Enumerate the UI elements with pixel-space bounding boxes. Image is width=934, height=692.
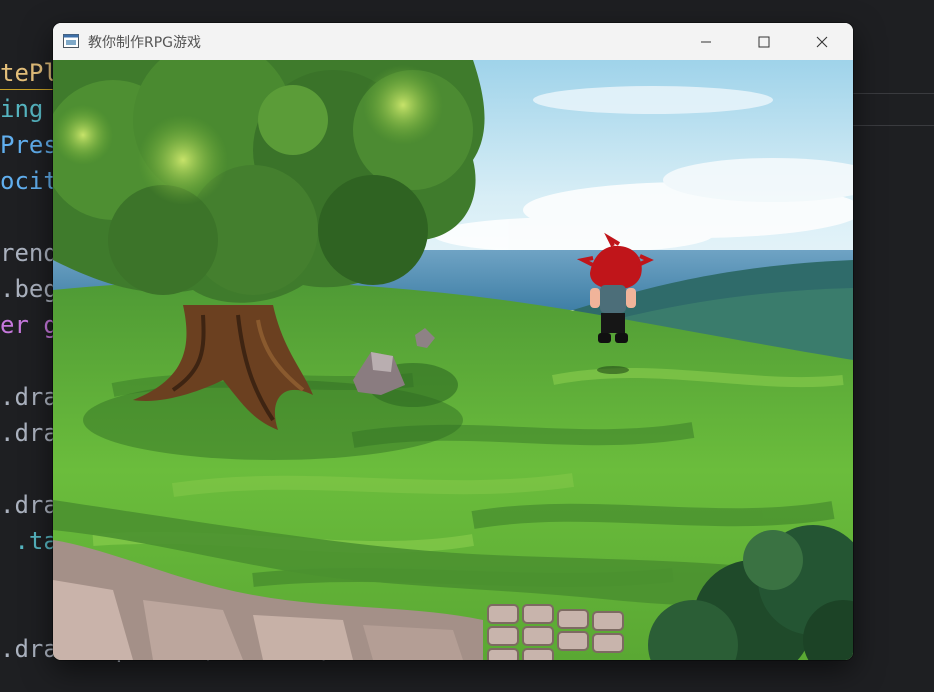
- code-line: Pres: [0, 131, 58, 159]
- maximize-button[interactable]: [735, 23, 793, 60]
- code-line: .dra: [0, 419, 58, 447]
- window-title: 教你制作RPG游戏: [88, 35, 202, 51]
- title-bar[interactable]: 教你制作RPG游戏: [53, 23, 853, 60]
- code-line: er g: [0, 311, 58, 339]
- game-canvas[interactable]: [53, 60, 853, 660]
- code-line: .dra: [0, 383, 58, 411]
- code-line: ing: [0, 95, 58, 123]
- game-scene: [53, 60, 853, 660]
- minimize-button[interactable]: [677, 23, 735, 60]
- close-icon: [816, 36, 828, 47]
- code-line: ocit: [0, 167, 58, 195]
- editor-divider-bottom: [852, 125, 934, 126]
- minimize-icon: [701, 41, 711, 42]
- code-line: rend: [0, 239, 58, 267]
- close-button[interactable]: [793, 23, 851, 60]
- app-window-icon: [63, 34, 79, 48]
- code-line: .beg: [0, 275, 58, 303]
- game-window[interactable]: 教你制作RPG游戏: [53, 23, 853, 660]
- editor-divider-top: [852, 93, 934, 94]
- code-line: .dra: [0, 491, 58, 519]
- editor-current-line-marker: [0, 89, 54, 90]
- maximize-icon: [758, 36, 770, 47]
- code-line: .ta: [0, 527, 58, 555]
- code-line: tePl: [0, 59, 58, 87]
